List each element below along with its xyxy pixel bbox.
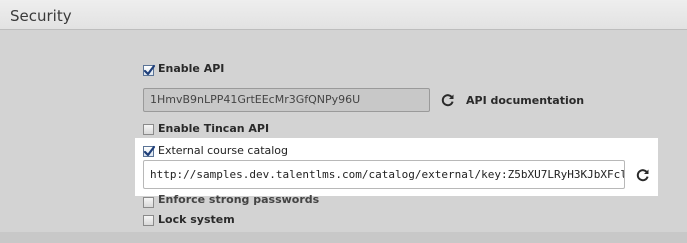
bottom-divider <box>0 232 687 243</box>
enable-api-checkbox[interactable] <box>143 64 156 76</box>
api-key-field: 1HmvB9nLPP41GrtEEcMr3GfQNPy96U <box>143 88 430 112</box>
section-title: Security <box>10 7 72 25</box>
refresh-icon[interactable] <box>636 168 650 182</box>
enforce-strong-passwords-label[interactable]: Enforce strong passwords <box>158 193 319 206</box>
external-course-catalog-label[interactable]: External course catalog <box>158 144 288 157</box>
section-header: Security <box>0 0 687 30</box>
checkmark-icon <box>143 145 156 157</box>
enable-api-label[interactable]: Enable API <box>158 62 224 75</box>
checkmark-icon <box>143 64 156 76</box>
catalog-url-field[interactable]: http://samples.dev.talentlms.com/catalog… <box>143 160 625 189</box>
lock-system-checkbox[interactable] <box>143 215 154 226</box>
lock-system-label[interactable]: Lock system <box>158 213 235 226</box>
enable-tincan-api-checkbox[interactable] <box>143 124 154 135</box>
enable-tincan-api-label[interactable]: Enable Tincan API <box>158 122 269 135</box>
enforce-strong-passwords-checkbox[interactable] <box>143 197 154 208</box>
api-documentation-link[interactable]: API documentation <box>466 94 584 107</box>
refresh-icon[interactable] <box>441 93 455 107</box>
external-course-catalog-checkbox[interactable] <box>143 145 156 157</box>
